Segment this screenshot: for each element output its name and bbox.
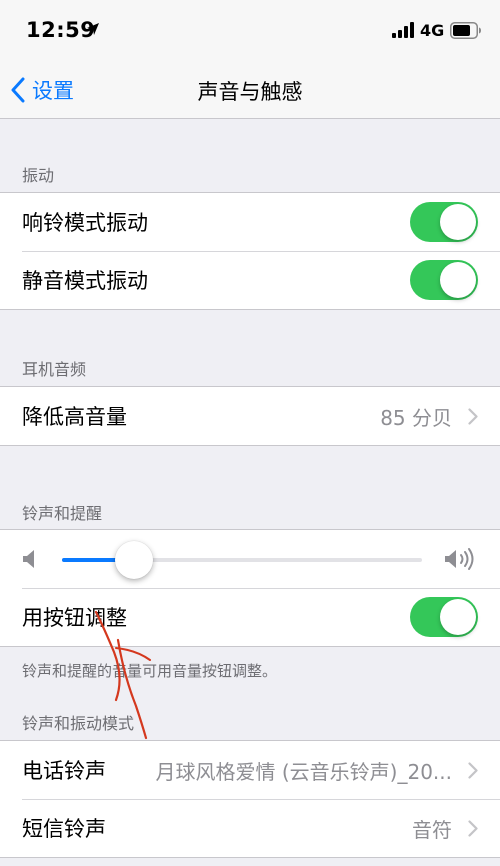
- section-header-vibration: 振动: [22, 166, 55, 185]
- chevron-right-icon: [468, 820, 478, 837]
- row-label: 降低高音量: [22, 405, 127, 429]
- ring-vibrate-row: 响铃模式振动: [0, 193, 500, 251]
- vibration-group: 响铃模式振动 静音模式振动: [0, 192, 500, 310]
- silent-vibrate-toggle[interactable]: [410, 260, 478, 300]
- row-label: 短信铃声: [22, 817, 106, 841]
- patterns-group: 电话铃声 月球风格爱情 (云音乐铃声)_20... 短信铃声 音符: [0, 740, 500, 858]
- status-time: 12:59: [26, 18, 96, 42]
- ringer-footer-note: 铃声和提醒的音量可用音量按钮调整。: [22, 662, 278, 680]
- battery-icon: [450, 22, 481, 39]
- volume-slider-thumb[interactable]: [115, 541, 153, 579]
- row-label: 静音模式振动: [22, 269, 148, 293]
- row-value: 85 分贝: [380, 405, 452, 430]
- section-header-patterns: 铃声和振动模式: [22, 714, 135, 733]
- status-bar: 12:59 4G: [0, 0, 500, 62]
- ringer-group: 用按钮调整: [0, 529, 500, 647]
- row-label: 响铃模式振动: [22, 211, 148, 235]
- toggle-knob: [440, 599, 476, 635]
- toggle-knob: [440, 262, 476, 298]
- silent-vibrate-row: 静音模式振动: [0, 251, 500, 309]
- reduce-loud-audio-row[interactable]: 降低高音量 85 分贝: [0, 387, 500, 445]
- text-tone-row[interactable]: 短信铃声 音符: [0, 799, 500, 857]
- signal-icon: [392, 22, 414, 38]
- chevron-right-icon: [468, 762, 478, 779]
- volume-slider[interactable]: [62, 541, 422, 579]
- row-label: 用按钮调整: [22, 606, 127, 630]
- page-title: 声音与触感: [197, 80, 303, 104]
- chevron-right-icon: [468, 408, 478, 425]
- change-with-buttons-toggle[interactable]: [410, 597, 478, 637]
- section-header-ringer: 铃声和提醒: [22, 504, 103, 523]
- speaker-high-icon: [445, 548, 474, 570]
- network-label: 4G: [420, 21, 445, 40]
- row-value: 音符: [412, 817, 452, 842]
- headphone-group: 降低高音量 85 分贝: [0, 386, 500, 446]
- location-icon: [87, 23, 99, 35]
- speaker-low-icon: [23, 550, 34, 568]
- row-label: 电话铃声: [22, 759, 106, 783]
- ring-vibrate-toggle[interactable]: [410, 202, 478, 242]
- change-with-buttons-row: 用按钮调整: [0, 588, 500, 646]
- volume-slider-row: [0, 530, 500, 588]
- row-value: 月球风格爱情 (云音乐铃声)_20...: [155, 759, 452, 784]
- section-header-headphone: 耳机音频: [22, 360, 87, 379]
- toggle-knob: [440, 204, 476, 240]
- nav-bar: 设置 声音与触感: [0, 62, 500, 119]
- ringtone-row[interactable]: 电话铃声 月球风格爱情 (云音乐铃声)_20...: [0, 741, 500, 799]
